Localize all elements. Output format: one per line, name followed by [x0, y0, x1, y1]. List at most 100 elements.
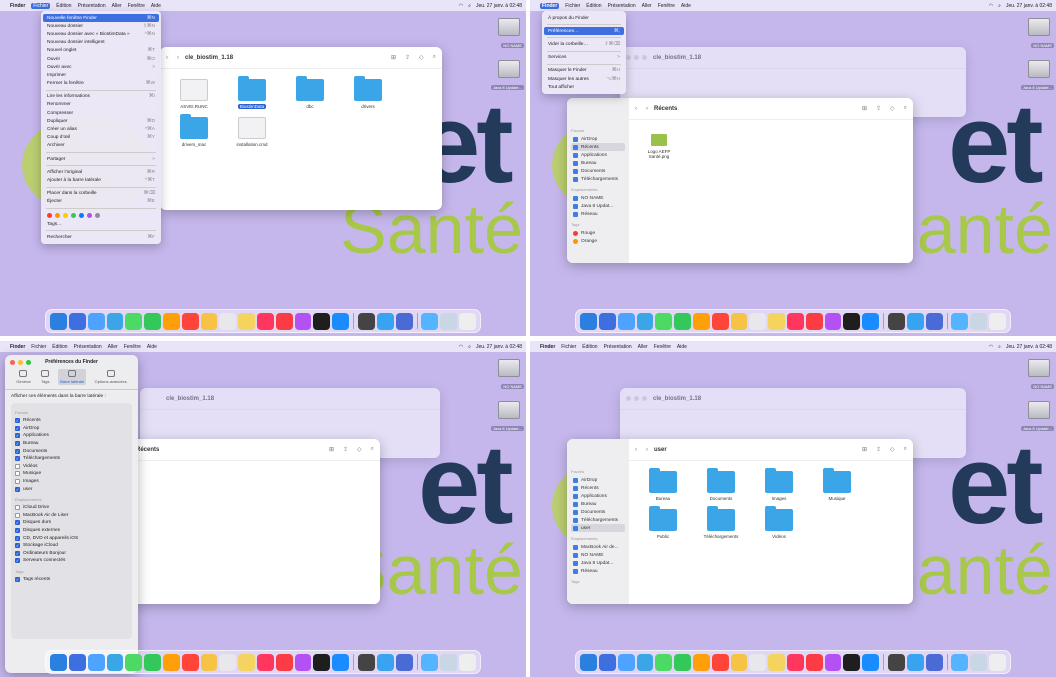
menu-aller[interactable]: Aller	[638, 344, 648, 350]
menu-edition[interactable]: Édition	[586, 3, 601, 9]
share-icon[interactable]: ⇪	[343, 446, 348, 453]
search-icon[interactable]: ⌕	[468, 344, 471, 350]
sidebar-item[interactable]: Applications	[571, 151, 625, 159]
menu-item[interactable]: Tout afficher	[542, 83, 626, 91]
sidebar-option[interactable]: MacBook Air de Liser	[15, 512, 128, 520]
sidebar-option[interactable]: ✓ Téléchargements	[15, 455, 128, 463]
checkbox[interactable]: ✓	[15, 425, 20, 431]
dock-app-icon[interactable]	[275, 653, 293, 671]
dock-app-icon[interactable]	[219, 653, 237, 671]
dock-app-icon[interactable]	[824, 653, 842, 671]
dock-app-icon[interactable]	[87, 653, 105, 671]
dock-app-icon[interactable]	[459, 653, 476, 671]
sidebar-option[interactable]: ✓ Stockage iCloud	[15, 542, 128, 550]
menu-fichier[interactable]: Fichier	[565, 3, 580, 9]
menu-item[interactable]: À propos du Finder	[542, 14, 626, 22]
dock-app-icon[interactable]	[87, 312, 105, 330]
sidebar-option[interactable]: iCloud Drive	[15, 504, 128, 512]
wifi-icon[interactable]: ◠	[459, 344, 463, 350]
menu-item[interactable]: Nouvelle fenêtre Finder ⌘N	[43, 14, 159, 23]
sidebar-item[interactable]: Récents	[571, 484, 625, 492]
menu-item[interactable]: Nouvel onglet ⌘T	[41, 47, 161, 55]
sidebar-location[interactable]: Réseau	[571, 567, 625, 575]
menu-app-name[interactable]: Finder	[540, 344, 555, 350]
menu-item[interactable]: Ouvrir ⌘O	[41, 55, 161, 63]
dock-app-icon[interactable]	[768, 653, 786, 671]
menu-item[interactable]: Éjecter ⌘E	[41, 198, 161, 206]
folder-item[interactable]: Vidéos	[759, 506, 799, 539]
dock-app-icon[interactable]	[144, 312, 161, 330]
checkbox[interactable]: ✓	[15, 441, 20, 447]
forward-icon[interactable]: ›	[177, 55, 179, 61]
sidebar-location[interactable]: NO NAME	[571, 551, 625, 559]
dock-app-icon[interactable]	[692, 312, 710, 330]
dock-app-icon[interactable]	[50, 312, 67, 330]
file-item[interactable]: drivers_mac	[174, 114, 214, 147]
menu-item[interactable]: Services >	[542, 54, 626, 62]
dock-app-icon[interactable]	[768, 312, 786, 330]
disk-icon[interactable]	[498, 401, 520, 419]
sidebar-item[interactable]: Documents	[571, 508, 625, 516]
dock-app-icon[interactable]	[598, 653, 616, 671]
tag-color-dot[interactable]	[63, 212, 68, 218]
dock-app-icon[interactable]	[925, 312, 943, 330]
dock-app-icon[interactable]	[636, 653, 654, 671]
sidebar-option[interactable]: Musique	[15, 470, 128, 478]
dock-app-icon[interactable]	[655, 653, 673, 671]
dock-app-icon[interactable]	[674, 653, 691, 671]
menu-item[interactable]: Ajouter à la barre latérale ^⌘T	[41, 176, 161, 184]
disk-icon[interactable]	[1028, 401, 1050, 419]
checkbox[interactable]	[15, 463, 20, 469]
dock-app-icon[interactable]	[787, 312, 804, 330]
file-item[interactable]: dbc	[290, 76, 330, 109]
menu-aller[interactable]: Aller	[112, 3, 122, 9]
dock-app-icon[interactable]	[730, 653, 748, 671]
search-icon[interactable]: ⌕	[468, 3, 471, 9]
menu-presentation[interactable]: Présentation	[604, 344, 632, 350]
sidebar-location[interactable]: NO NAME	[571, 194, 625, 202]
checkbox[interactable]: ✓	[15, 535, 20, 541]
dock-app-icon[interactable]	[125, 312, 143, 330]
dock-app-icon[interactable]	[125, 653, 143, 671]
dock-app-icon[interactable]	[906, 312, 924, 330]
minimize-button[interactable]	[18, 360, 23, 365]
menu-aide[interactable]: Aide	[677, 344, 687, 350]
wifi-icon[interactable]: ◠	[459, 3, 463, 9]
dock-app-icon[interactable]	[294, 312, 312, 330]
dock-app-icon[interactable]	[970, 312, 988, 330]
sidebar-option[interactable]: ✓ Tags récents	[15, 576, 128, 584]
checkbox[interactable]: ✓	[15, 558, 20, 564]
share-icon[interactable]: ⇪	[876, 105, 881, 112]
menu-app-name[interactable]: Finder	[10, 344, 25, 350]
menu-item[interactable]: Coup d’œil ⌘Y	[41, 134, 161, 142]
menu-item[interactable]: Afficher l’original ⌘R	[41, 168, 161, 176]
sidebar-option[interactable]: ✓ Ordinateurs Bonjour	[15, 550, 128, 558]
search-icon[interactable]: ⌕	[433, 54, 436, 61]
sidebar-item[interactable]: Téléchargements	[571, 516, 625, 524]
dock-app-icon[interactable]	[313, 312, 331, 330]
wifi-icon[interactable]: ◠	[989, 344, 993, 350]
dock-app-icon[interactable]	[951, 312, 969, 330]
checkbox[interactable]: ✓	[15, 550, 20, 556]
dock-app-icon[interactable]	[144, 653, 161, 671]
dock-app-icon[interactable]	[580, 312, 597, 330]
dock-app-icon[interactable]	[617, 653, 635, 671]
dock-app-icon[interactable]	[580, 653, 597, 671]
dock-app-icon[interactable]	[162, 312, 180, 330]
view-icon[interactable]: ⊞	[862, 105, 867, 112]
dock-app-icon[interactable]	[730, 312, 748, 330]
menu-fenetre[interactable]: Fenêtre	[658, 3, 675, 9]
dock-app-icon[interactable]	[440, 312, 458, 330]
menu-aller[interactable]: Aller	[108, 344, 118, 350]
menu-fichier[interactable]: Fichier	[561, 344, 576, 350]
sidebar-option[interactable]: ✓ Disques durs	[15, 519, 128, 527]
menu-item[interactable]: Créer un alias ^⌘A	[41, 125, 161, 133]
dock-app-icon[interactable]	[655, 312, 673, 330]
search-icon[interactable]: ⌕	[998, 3, 1001, 9]
disk-icon[interactable]	[498, 18, 520, 36]
dock-app-icon[interactable]	[459, 312, 476, 330]
menu-item[interactable]: Nouveau dossier avec « BiostimData » ^⌘N	[41, 30, 161, 38]
sidebar-option[interactable]: ✓ Bureau	[15, 440, 128, 448]
sidebar-option[interactable]: ✓ Documents	[15, 447, 128, 455]
dock-app-icon[interactable]	[598, 312, 616, 330]
